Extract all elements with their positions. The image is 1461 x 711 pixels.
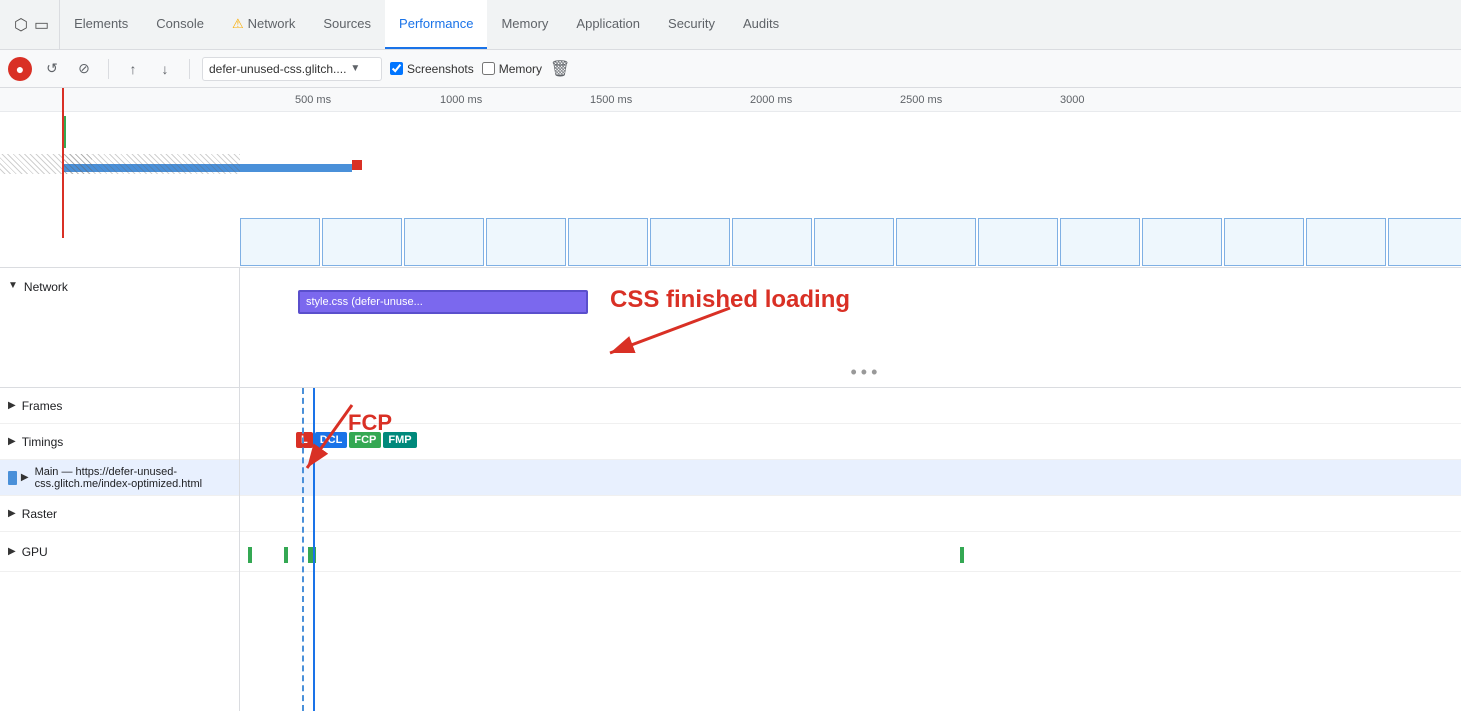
timeline-overview[interactable]: 500 ms 1000 ms 1500 ms 2000 ms 2500 ms 3… [0, 88, 1461, 268]
tab-memory[interactable]: Memory [487, 0, 562, 49]
filmstrip-thumb [732, 218, 812, 266]
tab-application[interactable]: Application [562, 0, 654, 49]
timings-expand-icon: ▶ [8, 436, 16, 447]
frames-content [240, 388, 1461, 424]
hatching-right [62, 154, 92, 174]
mark-2500ms: 2500 ms [900, 94, 942, 106]
mark-1500ms: 1500 ms [590, 94, 632, 106]
network-collapse-icon[interactable]: ▼ [8, 280, 18, 291]
tab-console[interactable]: Console [142, 0, 218, 49]
separator-2 [189, 59, 190, 79]
network-dot [352, 160, 362, 170]
gpu-bar-2 [284, 547, 288, 563]
track-main[interactable]: ▶ Main — https://defer-unused-css.glitch… [0, 460, 239, 496]
upload-button[interactable]: ↑ [121, 57, 145, 81]
ruler-marks-top: 500 ms 1000 ms 1500 ms 2000 ms 2500 ms 3… [240, 88, 1461, 112]
filmstrip-thumb [896, 218, 976, 266]
filmstrip-thumb [650, 218, 730, 266]
gpu-expand-icon: ▶ [8, 546, 16, 557]
filmstrip-thumb [814, 218, 894, 266]
dropdown-arrow-icon: ▼ [350, 63, 360, 74]
download-button[interactable]: ↓ [153, 57, 177, 81]
record-button[interactable]: ● [8, 57, 32, 81]
tab-network[interactable]: ⚠ Network [218, 0, 309, 49]
filmstrip-thumb [568, 218, 648, 266]
mark-2000ms: 2000 ms [750, 94, 792, 106]
detail-panel: ▶ Frames ▶ Timings ▶ Main — https://defe… [0, 388, 1461, 711]
network-section-label: Network [24, 280, 68, 294]
filmstrip-thumb [1306, 218, 1386, 266]
more-dots: ••• [851, 362, 882, 383]
track-timings[interactable]: ▶ Timings [0, 424, 239, 460]
css-bar[interactable]: style.css (defer-unuse... [298, 290, 588, 314]
playhead-line [62, 88, 64, 238]
warning-icon: ⚠ [232, 16, 244, 32]
network-label-col: ▼ Network [0, 268, 240, 387]
frames-label: Frames [22, 399, 63, 413]
filmstrip-thumb [486, 218, 566, 266]
tab-elements[interactable]: Elements [60, 0, 142, 49]
filmstrip-thumb [404, 218, 484, 266]
device-toggle-icon[interactable]: ▭ [34, 15, 49, 35]
performance-toolbar: ● ↺ ⊘ ↑ ↓ defer-unused-css.glitch.... ▼ … [0, 50, 1461, 88]
tab-sources[interactable]: Sources [309, 0, 385, 49]
filmstrip-thumb [322, 218, 402, 266]
hatching-left [0, 154, 240, 174]
mark-3000: 3000 [1060, 94, 1084, 106]
tab-bar: ⬡ ▭ Elements Console ⚠ Network Sources P… [0, 0, 1461, 50]
separator-1 [108, 59, 109, 79]
tab-security[interactable]: Security [654, 0, 729, 49]
network-chart[interactable]: style.css (defer-unuse... CSS finished l… [240, 268, 1461, 387]
main-expand-icon: ▶ [21, 472, 29, 483]
network-section: ▼ Network style.css (defer-unuse... CSS … [0, 268, 1461, 388]
devtools-icons: ⬡ ▭ [4, 0, 60, 49]
main-content-row: FCP [240, 460, 1461, 496]
filmstrip-thumb [1142, 218, 1222, 266]
main-label: Main — https://defer-unused-css.glitch.m… [35, 466, 231, 490]
mark-500ms: 500 ms [295, 94, 331, 106]
cursor-icon[interactable]: ⬡ [14, 15, 28, 35]
tab-performance[interactable]: Performance [385, 0, 487, 49]
css-finished-annotation: CSS finished loading [610, 286, 850, 314]
mark-1000ms: 1000 ms [440, 94, 482, 106]
filmstrip-thumb [1388, 218, 1461, 266]
filmstrip-thumb [240, 218, 320, 266]
url-selector[interactable]: defer-unused-css.glitch.... ▼ [202, 57, 382, 81]
fcp-annotation-text: FCP [348, 410, 392, 436]
raster-content [240, 496, 1461, 532]
track-frames[interactable]: ▶ Frames [0, 388, 239, 424]
tab-audits[interactable]: Audits [729, 0, 793, 49]
screenshots-checkbox-label[interactable]: Screenshots [390, 62, 474, 76]
timeline-chart[interactable] [0, 112, 1461, 268]
raster-expand-icon: ▶ [8, 508, 16, 519]
url-value: defer-unused-css.glitch.... [209, 62, 346, 76]
gpu-bar-1 [248, 547, 252, 563]
track-labels: ▶ Frames ▶ Timings ▶ Main — https://defe… [0, 388, 240, 711]
filmstrip-thumb [978, 218, 1058, 266]
memory-checkbox-label[interactable]: Memory [482, 62, 542, 76]
clear-button[interactable]: ⊘ [72, 57, 96, 81]
track-gpu[interactable]: ▶ GPU [0, 532, 239, 572]
filmstrip-row [240, 218, 1461, 268]
gpu-content [240, 532, 1461, 572]
memory-checkbox[interactable] [482, 62, 495, 75]
frames-expand-icon: ▶ [8, 400, 16, 411]
gpu-bar-5 [960, 547, 964, 563]
timings-content: L DCL FCP FMP [240, 424, 1461, 460]
raster-label: Raster [22, 507, 57, 521]
gpu-label: GPU [22, 545, 48, 559]
trash-icon[interactable]: 🗑 [550, 59, 570, 79]
main-content: 500 ms 1000 ms 1500 ms 2000 ms 2500 ms 3… [0, 88, 1461, 711]
filmstrip-thumb [1060, 218, 1140, 266]
track-details[interactable]: L DCL FCP FMP FCP [240, 388, 1461, 711]
main-color-indicator [8, 471, 17, 485]
timings-label: Timings [22, 435, 64, 449]
ruler-top: 500 ms 1000 ms 1500 ms 2000 ms 2500 ms 3… [0, 88, 1461, 112]
screenshots-checkbox[interactable] [390, 62, 403, 75]
css-bar-label: style.css (defer-unuse... [306, 296, 423, 308]
filmstrip-thumb [1224, 218, 1304, 266]
refresh-button[interactable]: ↺ [40, 57, 64, 81]
track-raster[interactable]: ▶ Raster [0, 496, 239, 532]
